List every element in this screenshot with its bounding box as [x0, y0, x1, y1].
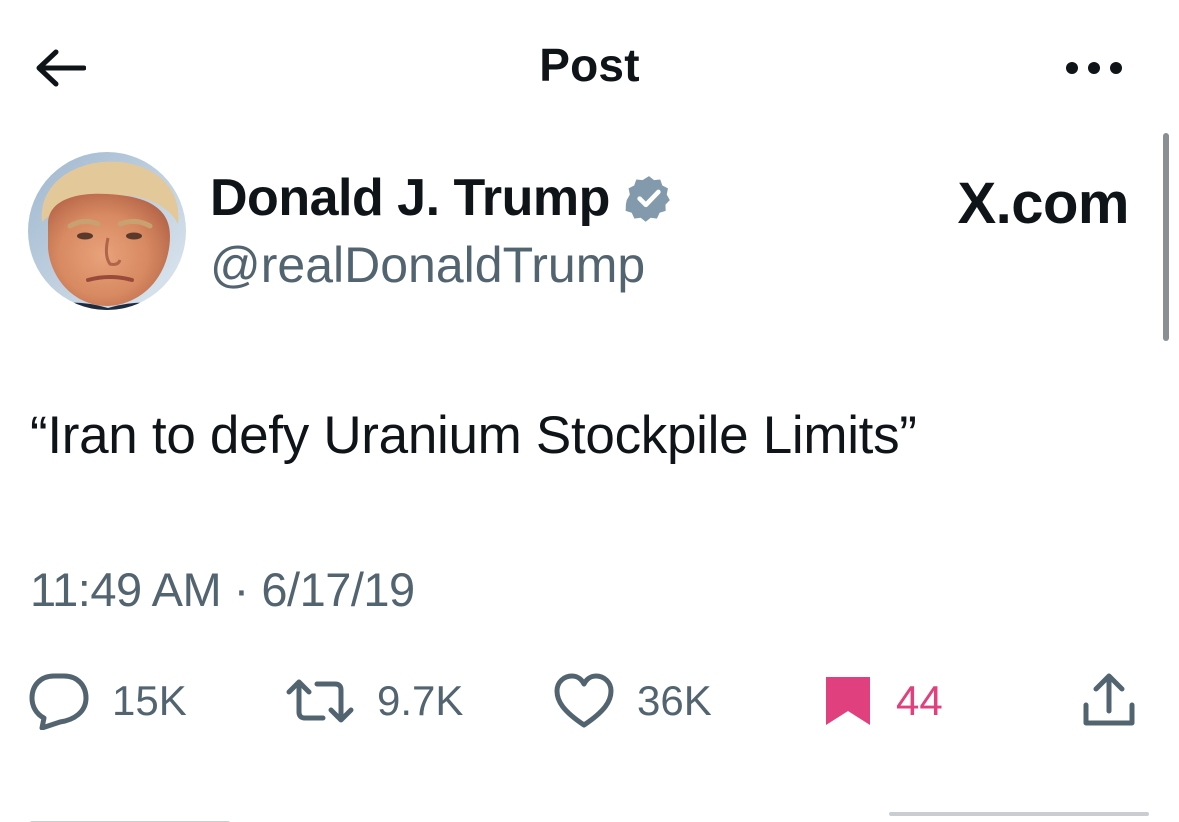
bookmark-button[interactable]: 44 [822, 670, 943, 732]
verified-badge-icon [625, 176, 670, 222]
meta-separator: · [221, 563, 262, 616]
repost-icon [286, 679, 354, 723]
source-label: X.com [957, 171, 1129, 236]
author-name[interactable]: Donald J. Trump [210, 168, 610, 228]
like-count: 36K [637, 677, 712, 724]
repost-button[interactable]: 9.7K [285, 670, 463, 732]
post-page: Post Donald J. Trump @realDonaldTrump X.… [0, 0, 1179, 822]
share-button[interactable] [1078, 670, 1140, 732]
cutoff-text-right [889, 812, 1149, 816]
like-button[interactable]: 36K [553, 670, 712, 732]
bookmark-count: 44 [896, 677, 943, 724]
bookmark-icon [826, 677, 870, 725]
post-date: 6/17/19 [261, 563, 415, 616]
post-text: “Iran to defy Uranium Stockpile Limits” [30, 406, 917, 465]
post-timestamp[interactable]: 11:49 AM · 6/17/19 [30, 562, 415, 617]
next-section-cutoff [30, 812, 1149, 822]
share-icon [1083, 673, 1135, 726]
post-time: 11:49 AM [30, 563, 222, 616]
repost-count: 9.7K [377, 677, 464, 724]
author-handle[interactable]: @realDonaldTrump [210, 236, 645, 294]
author-name-row: Donald J. Trump [210, 168, 674, 228]
more-options-button[interactable] [1059, 48, 1129, 88]
reply-bubble-icon [29, 673, 89, 730]
avatar-photo [28, 152, 186, 310]
heart-icon [554, 673, 614, 728]
page-title: Post [539, 39, 640, 91]
scrollbar[interactable] [1163, 133, 1169, 341]
more-horizontal-icon [1066, 62, 1122, 74]
reply-count: 15K [112, 677, 187, 724]
reply-button[interactable]: 15K [28, 670, 187, 732]
avatar[interactable] [28, 152, 186, 310]
